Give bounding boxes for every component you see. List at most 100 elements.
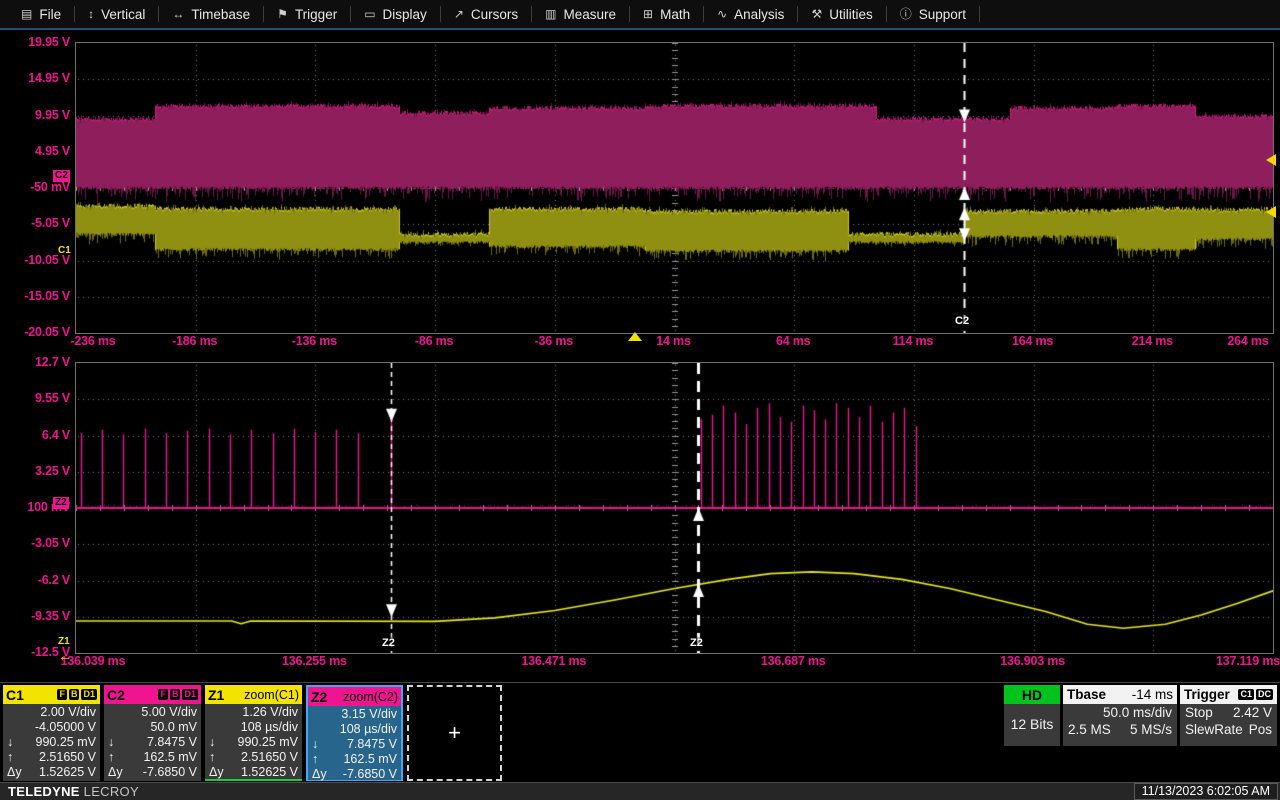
descriptor-row: ↑ 162.5 mV [308, 752, 401, 767]
descriptor-row-value: 990.25 mV [238, 735, 298, 750]
x-axis-label: 214 ms [1107, 334, 1197, 348]
analysis-chart-icon: ∿ [717, 8, 727, 20]
trigger-title: Trigger [1184, 687, 1230, 702]
tbase-offset: -14 ms [1132, 687, 1173, 702]
descriptor-header-c1: C1FBD1 [3, 685, 100, 704]
descriptor-z2[interactable]: Z2zoom(C2)3.15 V/div108 µs/div↓7.8475 V↑… [306, 685, 403, 781]
cursor-label-z2-x1[interactable]: Z2 [382, 637, 395, 649]
channel-badge-z2[interactable]: Z2 [53, 497, 69, 509]
c1-level-marker-lower[interactable] [1266, 206, 1276, 218]
descriptor-c1[interactable]: C1FBD12.00 V/div-4.05000 V↓990.25 mV↑2.5… [3, 685, 100, 781]
descriptor-panel: C1FBD12.00 V/div-4.05000 V↓990.25 mV↑2.5… [0, 682, 1280, 782]
chip-f: F [158, 689, 168, 700]
descriptor-body: 5.00 V/div50.0 mV↓7.8475 V↑162.5 mVΔy-7.… [104, 704, 201, 780]
menu-item-label: File [39, 7, 61, 22]
descriptor-row: -4.05000 V [3, 720, 100, 735]
y-axis-label: 4.95 V [0, 144, 70, 158]
cursor-label-c2[interactable]: C2 [955, 315, 969, 327]
trigger-box[interactable]: Trigger C1DC Stop 2.42 V SlewRate Pos [1180, 685, 1277, 746]
menu-item-label: Analysis [734, 7, 784, 22]
menu-item-label: Utilities [829, 7, 873, 22]
descriptor-row-value: 1.52625 V [241, 765, 298, 780]
descriptor-row-prefix: Δy [209, 765, 224, 780]
descriptor-subtitle: zoom(C1) [244, 688, 299, 702]
chip-d1: D1 [182, 689, 198, 700]
menu-item-utilities[interactable]: ⚒ Utilities [798, 0, 885, 28]
descriptor-c2[interactable]: C2FBD15.00 V/div50.0 mV↓7.8475 V↑162.5 m… [104, 685, 201, 781]
descriptor-row: Δy-7.6850 V [104, 765, 201, 780]
cursor-arrow-icon: ↗ [454, 8, 464, 20]
descriptor-row: 3.15 V/div [308, 707, 401, 722]
menu-item-vertical[interactable]: ↕Vertical [75, 0, 158, 28]
cursor-label-z2-x2[interactable]: Z2 [690, 637, 703, 649]
hd-title: HD [1022, 687, 1042, 703]
channel-badge-c2[interactable]: C2 [53, 170, 70, 182]
chip-b: B [170, 689, 181, 700]
x-axis-label: -186 ms [150, 334, 240, 348]
zoom-waveform-canvas[interactable] [76, 363, 1273, 653]
descriptor-row-prefix: ↑ [7, 750, 13, 765]
y-axis-label: 14.95 V [0, 71, 70, 85]
descriptor-header-c2: C2FBD1 [104, 685, 201, 704]
descriptor-row-value: 162.5 mV [143, 750, 197, 765]
descriptor-row-value: 162.5 mV [343, 752, 397, 767]
menu-item-support[interactable]: ⓘSupport [887, 0, 979, 28]
menu-item-measure[interactable]: ▥Measure [532, 0, 629, 28]
tbase-rate: 5 MS/s [1130, 721, 1172, 738]
menu-item-label: Measure [563, 7, 616, 22]
descriptor-row-prefix: Δy [7, 765, 22, 780]
menubar: ▤File↕Vertical↔Timebase⚑Trigger▭Display↗… [0, 0, 1280, 30]
x-axis-label: 137.119 ms [1203, 654, 1280, 668]
main-graticule[interactable] [75, 42, 1274, 334]
descriptor-row-value: 5.00 V/div [141, 705, 197, 720]
descriptor-row-prefix: ↓ [312, 737, 318, 752]
brand-logo: TELEDYNE LECROY [0, 784, 139, 799]
descriptor-row: ↑162.5 mV [104, 750, 201, 765]
menu-item-trigger[interactable]: ⚑Trigger [264, 0, 350, 28]
y-axis-label: -5.05 V [0, 216, 70, 230]
hd-box[interactable]: HD 12 Bits [1004, 685, 1060, 746]
x-axis-label: -86 ms [389, 334, 479, 348]
menu-item-display[interactable]: ▭Display [351, 0, 440, 28]
descriptor-row: ↓ 990.25 mV [3, 735, 100, 750]
file-icon: ▤ [21, 8, 32, 20]
menu-item-analysis[interactable]: ∿ Analysis [704, 0, 797, 28]
hd-header: HD [1004, 685, 1060, 704]
menu-item-timebase[interactable]: ↔Timebase [159, 0, 263, 28]
trigger-position-marker[interactable] [628, 332, 642, 341]
descriptor-row-prefix: ↑ [312, 752, 318, 767]
x-axis-label: 136.471 ms [509, 654, 599, 668]
menu-item-label: Math [660, 7, 690, 22]
channel-badge-z1[interactable]: Z1 [56, 636, 72, 648]
tbase-title: Tbase [1067, 687, 1106, 702]
menu-item-math[interactable]: ⊞Math [630, 0, 703, 28]
x-axis-label: 264 ms [1203, 334, 1280, 348]
descriptor-row: ↑2.51650 V [3, 750, 100, 765]
trigger-header: Trigger C1DC [1180, 685, 1277, 704]
menu-item-cursors[interactable]: ↗Cursors [441, 0, 531, 28]
y-axis-label: 3.25 V [0, 464, 70, 478]
c1-level-marker-upper[interactable] [1266, 154, 1276, 166]
vertical-arrows-icon: ↕ [88, 8, 94, 20]
y-axis-label: -6.2 V [0, 573, 70, 587]
z1-offset-arrow-icon[interactable]: ← [58, 650, 72, 662]
descriptor-row-value: 7.8475 V [347, 737, 397, 752]
brand-bold: TELEDYNE [8, 784, 80, 799]
x-axis-label: -36 ms [509, 334, 599, 348]
menu-separator [979, 6, 980, 22]
main-waveform-canvas[interactable] [76, 43, 1273, 333]
zoom-graticule[interactable] [75, 362, 1274, 654]
add-trace-button[interactable]: + [407, 685, 502, 781]
tbase-box[interactable]: Tbase -14 ms 50.0 ms/div 2.5 MS 5 MS/s [1063, 685, 1177, 746]
y-axis-label: -50 mV [0, 180, 70, 194]
menu-item-file[interactable]: ▤ File [8, 0, 74, 28]
descriptor-z1[interactable]: Z1zoom(C1)1.26 V/div108 µs/div↓990.25 mV… [205, 685, 302, 781]
descriptor-row-prefix: ↓ [7, 735, 13, 750]
descriptor-body: 1.26 V/div108 µs/div↓990.25 mV↑2.51650 V… [205, 704, 302, 780]
channel-badge-c1[interactable]: C1 [56, 245, 73, 257]
descriptor-row-value: 990.25 mV [36, 735, 96, 750]
utilities-tools-icon: ⚒ [811, 8, 822, 20]
chip-d1: D1 [81, 689, 97, 700]
descriptor-row-prefix: Δy [108, 765, 123, 780]
trigger-chip-c1: C1 [1238, 689, 1254, 700]
